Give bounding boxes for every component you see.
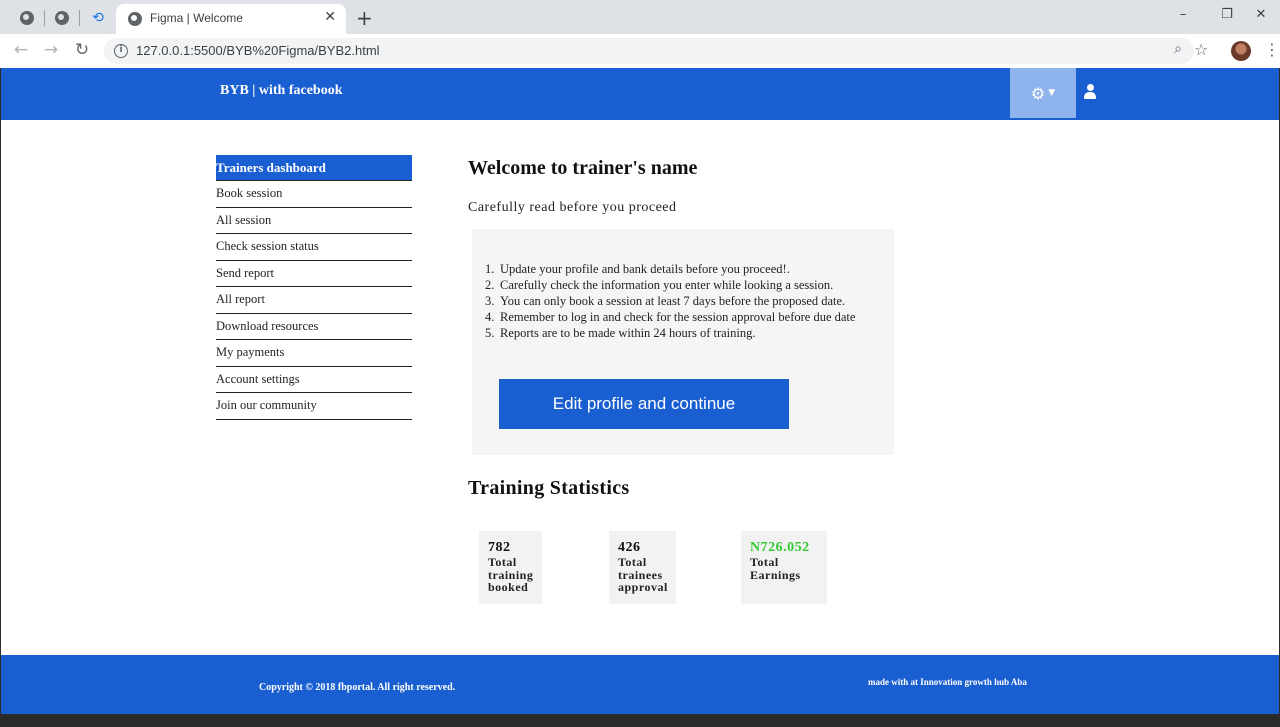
- minimize-icon[interactable]: –: [1160, 4, 1206, 28]
- url-text[interactable]: 127.0.0.1:5500/BYB%20Figma/BYB2.html: [136, 43, 380, 58]
- history-icon: ⟲: [92, 10, 104, 26]
- pinned-tab-3[interactable]: ⟲: [83, 6, 113, 30]
- reload-icon[interactable]: ↻: [70, 39, 94, 63]
- list-text: Carefully check the information you ente…: [500, 278, 834, 292]
- pinned-tab-2[interactable]: [47, 6, 77, 30]
- caret-down-icon: ▼: [1048, 88, 1056, 98]
- sidebar-item-book-session[interactable]: Book session: [216, 181, 412, 208]
- list-item: 1. Update your profile and bank details b…: [485, 261, 880, 277]
- list-number: 1.: [485, 262, 495, 276]
- list-text: Reports are to be made within 24 hours o…: [500, 326, 756, 340]
- list-item: 5. Reports are to be made within 24 hours…: [485, 325, 880, 341]
- stat-label-line: Total: [618, 555, 647, 569]
- active-tab[interactable]: Figma | Welcome ✕: [116, 4, 346, 34]
- instructions-list: 1. Update your profile and bank details b…: [485, 261, 880, 341]
- stat-value: 426: [618, 540, 641, 555]
- back-arrow-icon[interactable]: ←: [9, 39, 33, 63]
- list-text: You can only book a session at least 7 d…: [500, 294, 846, 308]
- zoom-icon[interactable]: ⌕: [1174, 41, 1182, 57]
- sidebar-item-download-resources[interactable]: Download resources: [216, 314, 412, 340]
- sidebar: Trainers dashboard Book session All sess…: [216, 155, 412, 420]
- info-icon[interactable]: i: [114, 44, 128, 58]
- sidebar-item-send-report[interactable]: Send report: [216, 261, 412, 287]
- list-item: 3. You can only book a session at least 7…: [485, 293, 880, 309]
- brand-link[interactable]: BYB | with facebook: [220, 83, 342, 99]
- page-title: Welcome to trainer's name: [468, 157, 698, 179]
- page-viewport: BYB | with facebook ⚙ ▼ Trainers dashboar…: [1, 68, 1279, 714]
- list-text: Update your profile and bank details bef…: [500, 262, 790, 276]
- list-item: 4. Remember to log in and check for the s…: [485, 309, 880, 325]
- list-number: 3.: [485, 294, 495, 308]
- list-text: Remember to log in and check for the ses…: [500, 310, 856, 324]
- close-icon[interactable]: ✕: [324, 9, 336, 25]
- site-footer: Copyright © 2018 fbportal. All right res…: [1, 655, 1279, 714]
- globe-icon: [20, 11, 34, 25]
- sidebar-item-all-session[interactable]: All session: [216, 208, 412, 234]
- plus-icon[interactable]: +: [356, 6, 373, 30]
- stats-title: Training Statistics: [468, 477, 630, 499]
- sidebar-item-my-payments[interactable]: My payments: [216, 340, 412, 367]
- tab-title: Figma | Welcome: [150, 11, 243, 25]
- list-number: 4.: [485, 310, 495, 324]
- settings-dropdown-button[interactable]: ⚙ ▼: [1010, 68, 1076, 118]
- browser-chrome: ⟲ Figma | Welcome ✕ + – ❐ ✕ ← → ↻ i 127.…: [0, 0, 1280, 68]
- list-number: 5.: [485, 326, 495, 340]
- list-item: 2. Carefully check the information you en…: [485, 277, 880, 293]
- browser-toolbar: ← → ↻ i 127.0.0.1:5500/BYB%20Figma/BYB2.…: [0, 34, 1280, 68]
- sidebar-item-all-report[interactable]: All report: [216, 287, 412, 314]
- sidebar-item-trainers-dashboard[interactable]: Trainers dashboard: [216, 155, 412, 181]
- tab-divider: [79, 10, 80, 26]
- forward-arrow-icon[interactable]: →: [39, 39, 63, 63]
- stat-card-earnings: N726.052 Total Earnings: [741, 531, 827, 604]
- sidebar-item-check-session-status[interactable]: Check session status: [216, 234, 412, 261]
- copyright-text: Copyright © 2018 fbportal. All right res…: [259, 682, 456, 693]
- stat-label-line: Earnings: [750, 567, 801, 582]
- stat-card-trainings: 782 Total training booked: [479, 531, 542, 604]
- star-icon[interactable]: ☆: [1194, 40, 1208, 59]
- sidebar-item-account-settings[interactable]: Account settings: [216, 367, 412, 393]
- stat-card-approvals: 426 Total trainees approval: [609, 531, 676, 604]
- stat-value: N726.052: [750, 540, 810, 555]
- stat-label-line: Total: [488, 555, 517, 569]
- stat-value: 782: [488, 540, 511, 555]
- gear-icon: ⚙: [1030, 83, 1046, 103]
- tab-divider: [44, 10, 45, 26]
- globe-icon: [128, 12, 142, 26]
- page-subtitle: Carefully read before you proceed: [468, 200, 677, 215]
- instructions-panel: 1. Update your profile and bank details b…: [472, 229, 894, 455]
- pinned-tab-1[interactable]: [12, 6, 42, 30]
- stat-label-line: approval: [618, 580, 668, 594]
- user-icon-head: [1087, 84, 1094, 91]
- avatar[interactable]: [1231, 41, 1251, 61]
- sidebar-item-join-community[interactable]: Join our community: [216, 393, 412, 420]
- stat-label-line: Total: [750, 555, 779, 569]
- tab-strip: ⟲ Figma | Welcome ✕ + – ❐ ✕: [0, 0, 1280, 34]
- close-window-icon[interactable]: ✕: [1238, 4, 1280, 28]
- credits-text: made with at Innovation growth hub Aba: [868, 677, 1027, 687]
- user-icon-body: [1084, 92, 1096, 99]
- list-number: 2.: [485, 278, 495, 292]
- menu-icon[interactable]: ⋮: [1264, 40, 1280, 59]
- edit-profile-button[interactable]: Edit profile and continue: [499, 379, 789, 429]
- globe-icon: [55, 11, 69, 25]
- stat-label-line: booked: [488, 580, 529, 594]
- site-header: BYB | with facebook ⚙ ▼: [1, 68, 1279, 120]
- address-bar[interactable]: i 127.0.0.1:5500/BYB%20Figma/BYB2.html ⌕: [104, 38, 1194, 64]
- user-icon[interactable]: [1083, 84, 1097, 100]
